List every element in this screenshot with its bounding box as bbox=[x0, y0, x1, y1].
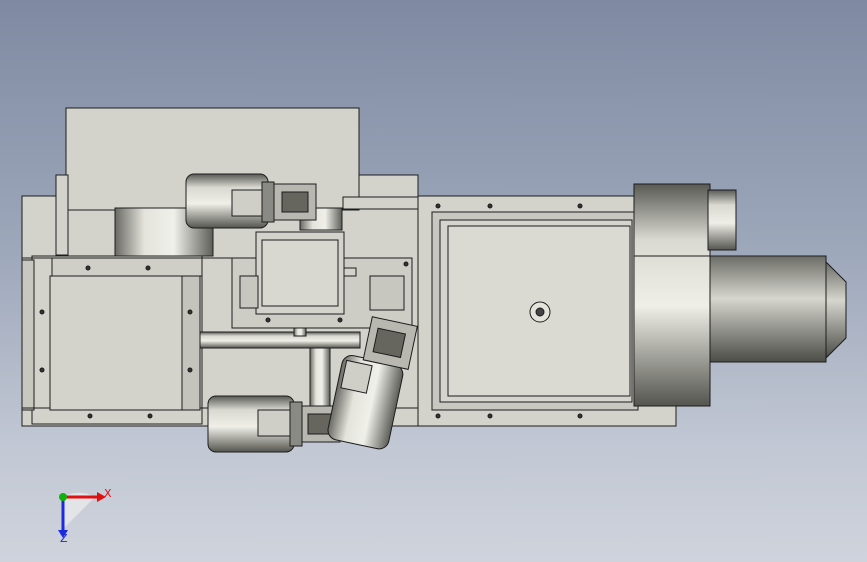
end-blower-cylinder bbox=[633, 183, 847, 407]
machine-drawing: X Z bbox=[21, 107, 847, 545]
left-gearbox bbox=[39, 257, 203, 419]
cad-viewport[interactable]: X Z bbox=[0, 0, 867, 562]
y-axis-dot bbox=[59, 493, 67, 501]
z-axis-label: Z bbox=[60, 532, 68, 545]
x-axis-label: X bbox=[104, 487, 112, 500]
coordinate-triad: X Z bbox=[58, 487, 112, 545]
